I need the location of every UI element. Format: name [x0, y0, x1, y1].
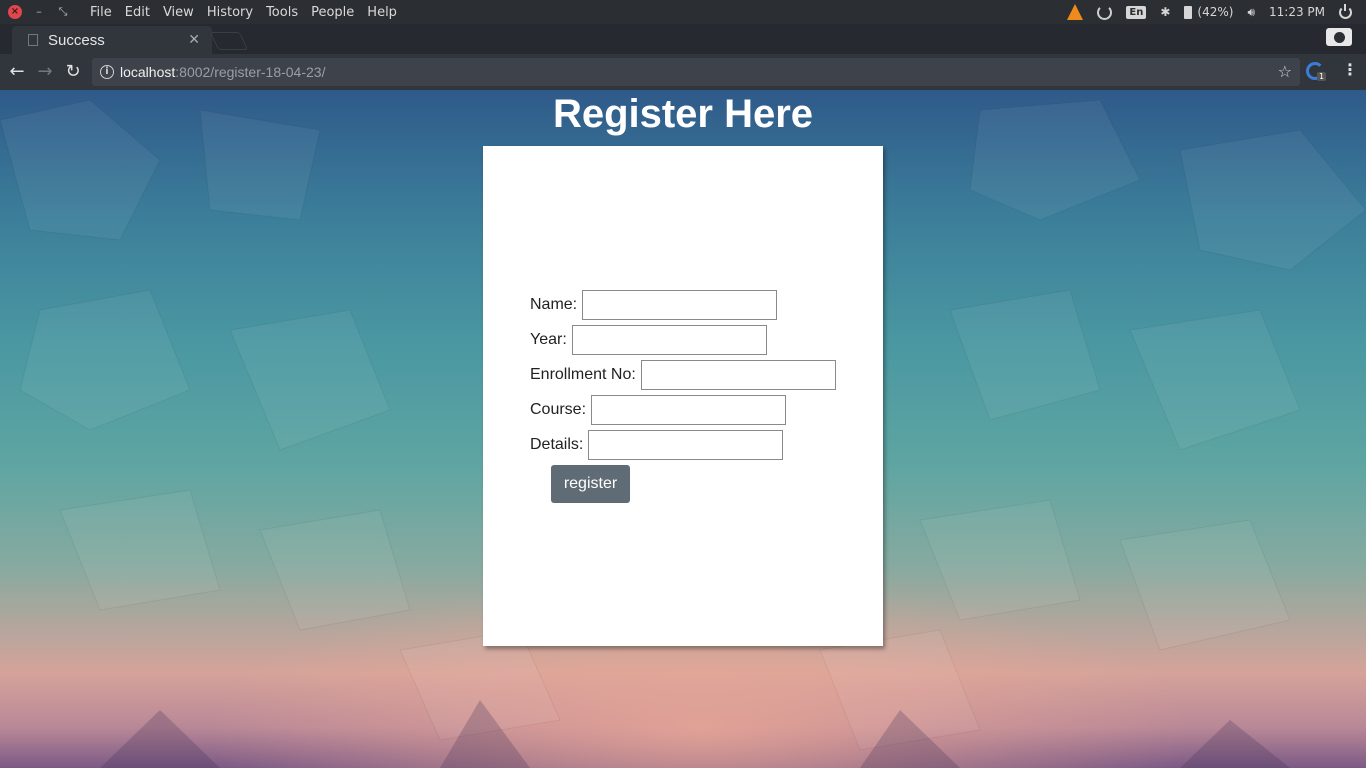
- url-path: :8002/register-18-04-23/: [175, 64, 326, 80]
- profile-button[interactable]: [1326, 28, 1352, 46]
- course-label: Course:: [530, 401, 587, 418]
- menu-help[interactable]: Help: [367, 5, 397, 20]
- battery-indicator[interactable]: (42%): [1184, 5, 1233, 19]
- tab-title: Success: [48, 31, 105, 49]
- browser-toolbar: ← → ↻ i localhost:8002/register-18-04-23…: [0, 54, 1366, 90]
- window-controls: × – ⤡: [8, 5, 70, 19]
- year-field[interactable]: [571, 325, 767, 355]
- reload-icon[interactable]: ↻: [62, 61, 84, 83]
- form-row-enrollment: Enrollment No:: [530, 360, 836, 390]
- tab-close-icon[interactable]: ✕: [188, 32, 200, 48]
- register-button[interactable]: register: [551, 465, 630, 503]
- back-icon[interactable]: ←: [6, 61, 28, 83]
- details-label: Details:: [530, 436, 584, 453]
- extension-badge: 1: [1317, 72, 1327, 81]
- system-top-bar: × – ⤡ File Edit View History Tools Peopl…: [0, 0, 1366, 24]
- app-menu-bar: File Edit View History Tools People Help: [90, 5, 410, 20]
- keyboard-layout-indicator[interactable]: En: [1126, 5, 1147, 19]
- new-tab-button[interactable]: [209, 32, 249, 50]
- form-row-year: Year:: [530, 325, 767, 355]
- enrollment-no-field[interactable]: [640, 360, 836, 390]
- profile-icon: [1333, 31, 1345, 43]
- browser-tab-active[interactable]: Success ✕: [12, 26, 212, 54]
- address-bar[interactable]: i localhost:8002/register-18-04-23/ ☆: [92, 58, 1300, 86]
- window-minimize-icon[interactable]: –: [32, 5, 46, 19]
- battery-percent: (42%): [1197, 5, 1234, 19]
- year-label: Year:: [530, 331, 567, 348]
- details-field[interactable]: [588, 430, 784, 460]
- menu-view[interactable]: View: [163, 5, 194, 20]
- menu-history[interactable]: History: [207, 5, 253, 20]
- menu-edit[interactable]: Edit: [125, 5, 150, 20]
- page-icon: [28, 34, 38, 46]
- window-restore-icon[interactable]: ⤡: [56, 5, 70, 19]
- volume-icon[interactable]: 🔊︎: [1247, 5, 1255, 20]
- form-row-details: Details:: [530, 430, 784, 460]
- name-label: Name:: [530, 296, 578, 313]
- forward-icon[interactable]: →: [34, 61, 56, 83]
- page-title: Register Here: [552, 92, 814, 136]
- name-field[interactable]: [582, 290, 778, 320]
- url-host: localhost: [120, 64, 176, 80]
- enrollment-label: Enrollment No:: [530, 366, 636, 383]
- course-field[interactable]: [591, 395, 787, 425]
- bluetooth-icon[interactable]: ✱: [1160, 5, 1170, 19]
- bookmark-star-icon[interactable]: ☆: [1278, 62, 1292, 81]
- window-close-icon[interactable]: ×: [8, 5, 22, 19]
- system-tray: En ✱ (42%) 🔊︎ 11:23 PM: [1067, 0, 1366, 24]
- menu-people[interactable]: People: [311, 5, 354, 20]
- menu-file[interactable]: File: [90, 5, 112, 20]
- menu-tools[interactable]: Tools: [266, 5, 298, 20]
- register-form-card: Name: Year: Enrollment No: Course: Detai…: [483, 146, 883, 646]
- form-row-name: Name:: [530, 290, 778, 320]
- tab-strip: Success ✕: [0, 24, 1366, 54]
- page-viewport: Register Here Name: Year: Enrollment No:…: [0, 90, 1366, 768]
- clock[interactable]: 11:23 PM: [1269, 5, 1325, 19]
- sync-icon[interactable]: [1097, 4, 1113, 20]
- browser-menu-icon[interactable]: ⋮: [1342, 60, 1358, 79]
- battery-icon: [1184, 5, 1193, 19]
- site-info-icon[interactable]: i: [100, 65, 114, 79]
- vlc-icon[interactable]: [1067, 4, 1084, 20]
- form-row-course: Course:: [530, 395, 787, 425]
- power-icon[interactable]: [1339, 3, 1352, 19]
